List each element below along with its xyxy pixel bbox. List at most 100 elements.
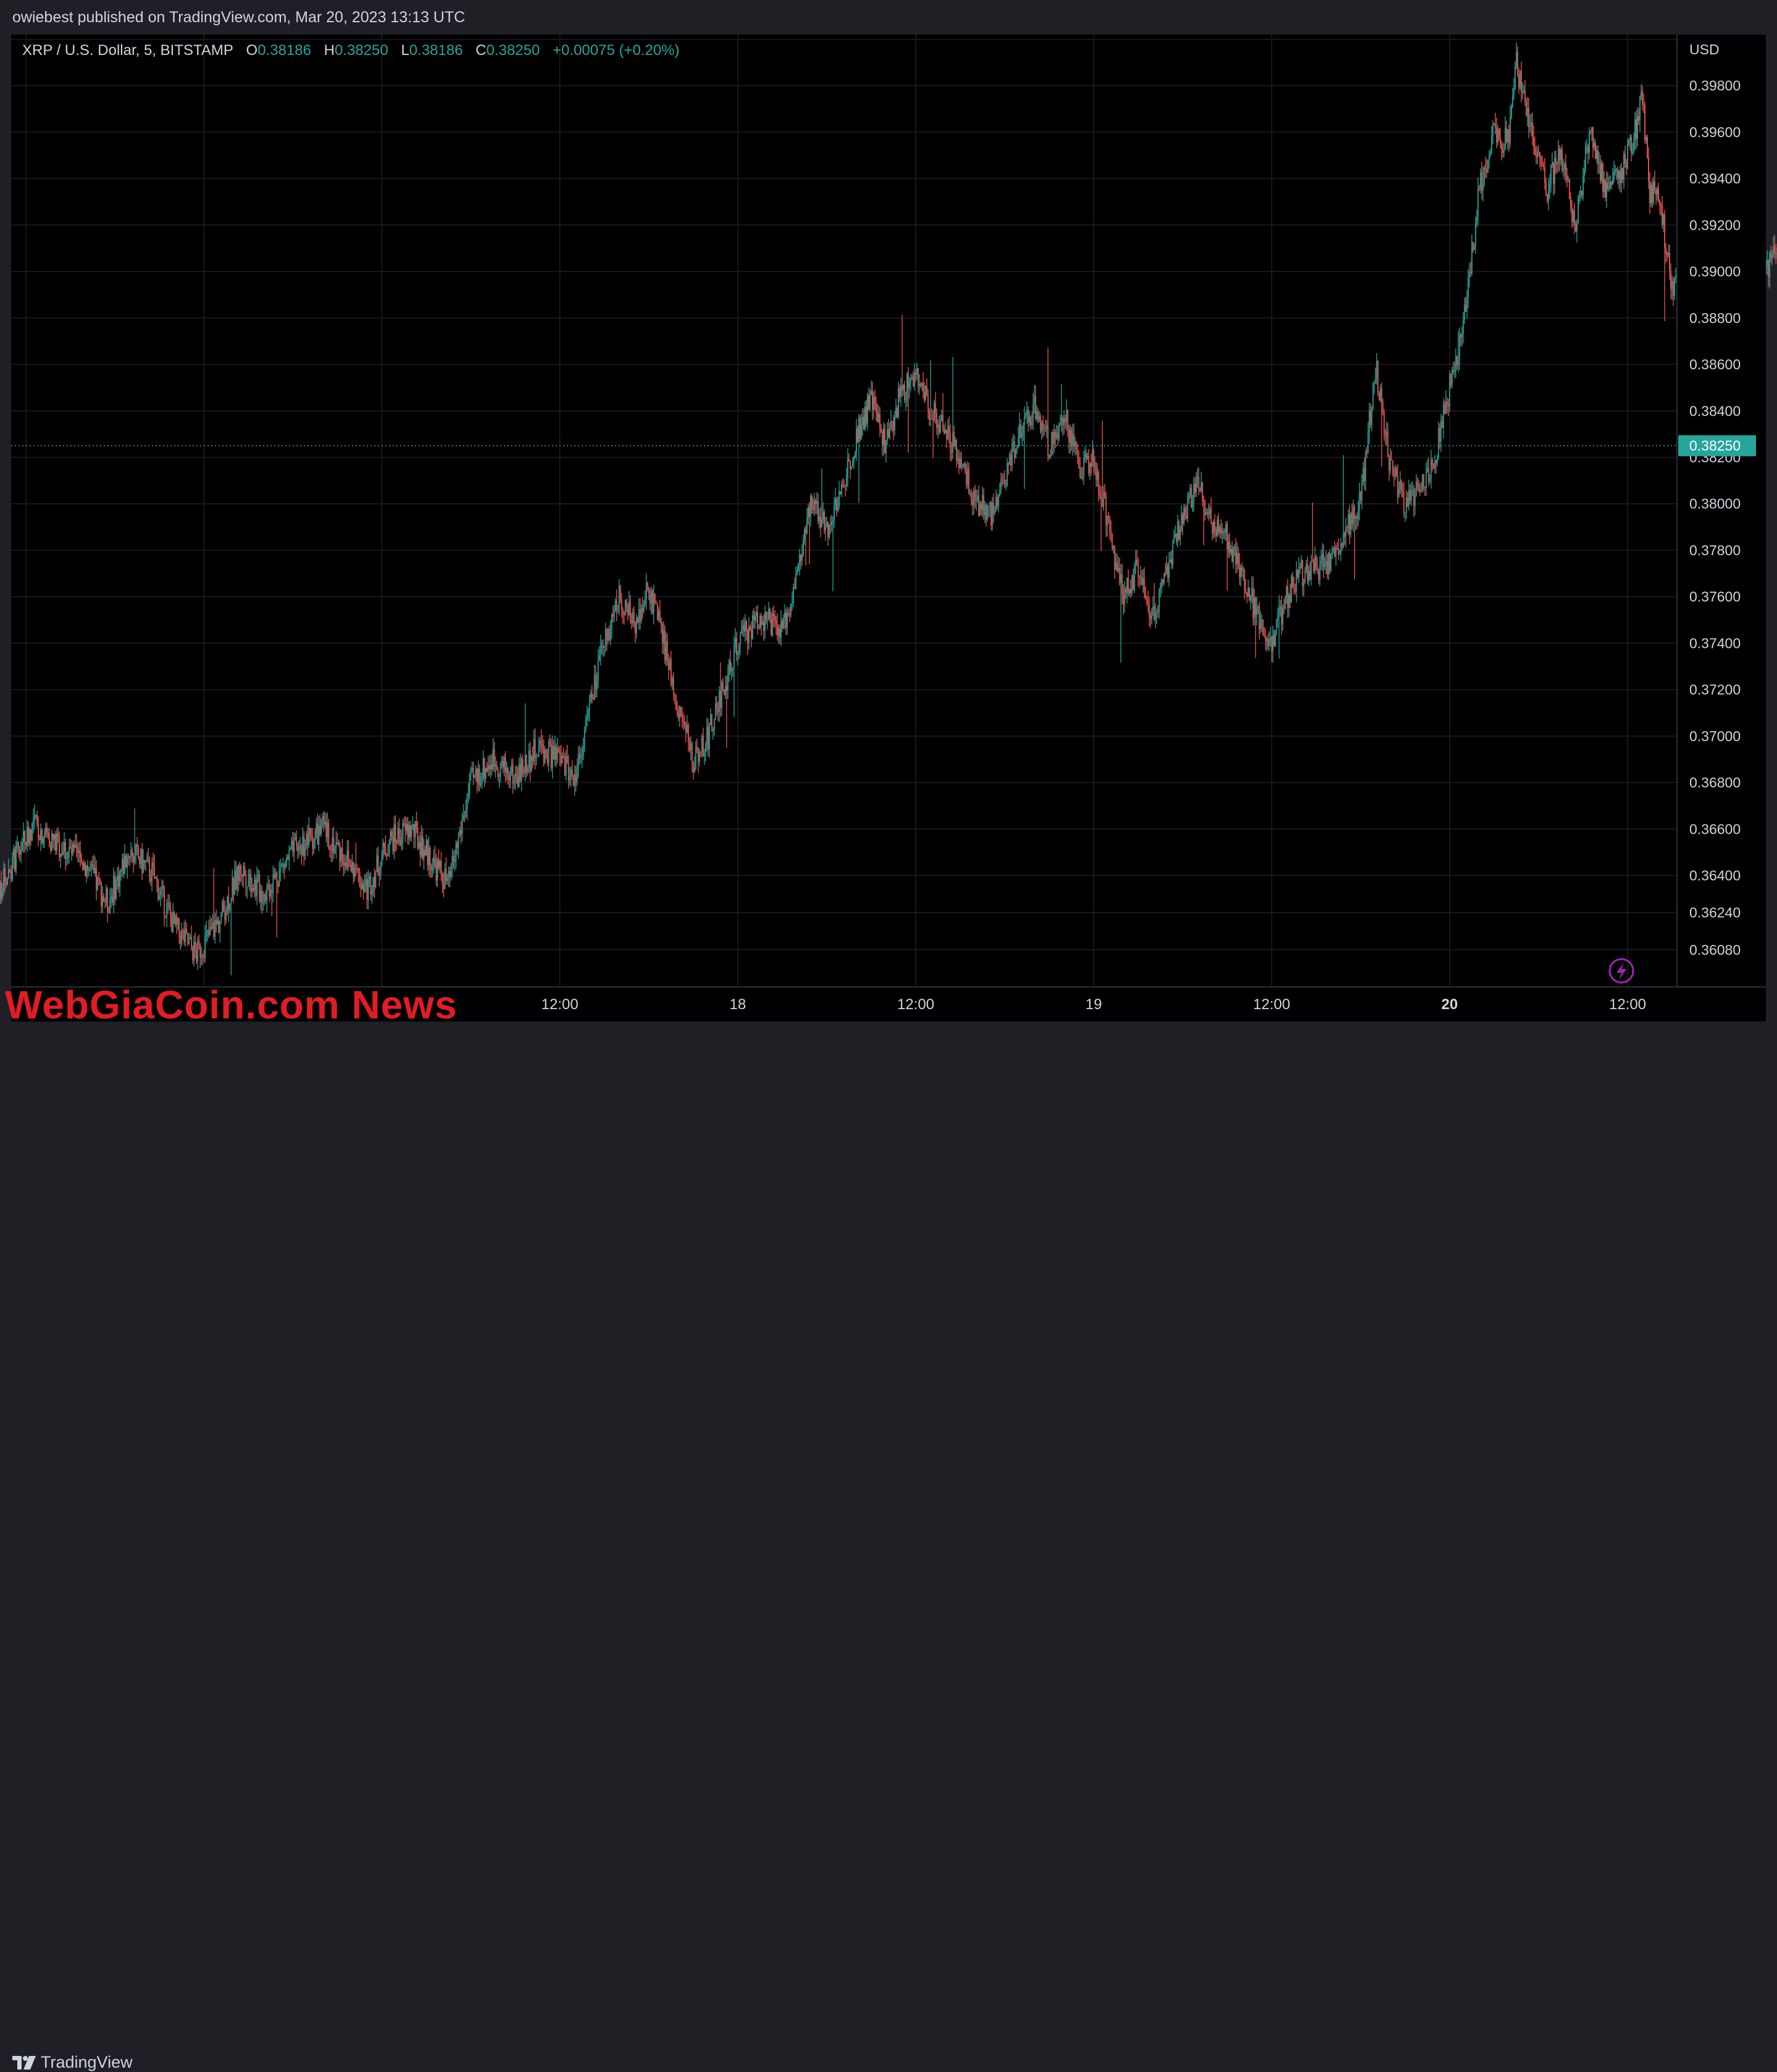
candle-body — [1357, 510, 1359, 519]
candle-body — [525, 755, 527, 773]
candle-body — [977, 495, 979, 501]
candle-body — [1192, 501, 1194, 508]
candle-body — [313, 840, 315, 849]
candle-body — [554, 746, 556, 760]
candle-body — [826, 522, 827, 527]
symbol-name[interactable]: XRP / U.S. Dollar, 5, BITSTAMP — [22, 42, 233, 59]
candle-body — [1617, 169, 1618, 178]
candle-body — [1362, 468, 1364, 482]
candle-body — [534, 739, 536, 758]
candle-body — [887, 429, 888, 441]
candle-body — [1106, 516, 1108, 526]
currency-label: USD — [1689, 41, 1720, 57]
candle-body — [832, 521, 834, 522]
candle-body — [497, 768, 499, 777]
candle-body — [90, 868, 91, 870]
plot-area[interactable] — [11, 35, 1677, 987]
candle-body — [674, 693, 675, 695]
candle-body — [1393, 474, 1395, 476]
candle-body — [109, 899, 111, 913]
candle-body — [564, 757, 566, 776]
candle-body — [566, 755, 568, 763]
candle-body — [876, 404, 877, 413]
candle-body — [1135, 560, 1137, 566]
candle-body — [117, 875, 119, 881]
candle-body — [130, 850, 132, 857]
candle-body — [202, 955, 204, 956]
candle-body — [118, 875, 120, 887]
candle-body — [320, 819, 322, 834]
candle-body — [1004, 480, 1006, 486]
candle-body — [185, 928, 186, 942]
candle-body — [1210, 508, 1212, 524]
candle-body — [199, 943, 201, 958]
candle-body — [319, 826, 321, 834]
candle-body — [70, 847, 71, 849]
candle-body — [1669, 253, 1670, 271]
candle-body — [927, 395, 929, 410]
candle-body — [1314, 556, 1316, 572]
candle-body — [1058, 425, 1060, 439]
candle-body — [930, 419, 932, 420]
candle-body — [1092, 450, 1093, 467]
candle-body — [1455, 356, 1457, 371]
candle-body — [1063, 418, 1065, 426]
candle-body — [1437, 428, 1439, 458]
candle-body — [1302, 560, 1303, 586]
candle-body — [1310, 561, 1312, 580]
candle-body — [19, 850, 20, 855]
candle-body — [1318, 571, 1319, 580]
candle-body — [182, 929, 184, 931]
candle-body — [560, 754, 562, 763]
price-chart[interactable]: USD 0.36080 0.36240 0.36400 0.36600 0.36800 0.… — [0, 0, 1777, 1065]
candle-body — [1181, 514, 1182, 531]
candle-body — [127, 857, 128, 868]
candle-body — [1347, 514, 1349, 528]
candle-body — [523, 771, 525, 774]
candle-body — [1247, 587, 1249, 597]
candle-body — [1267, 639, 1269, 647]
candle-body — [693, 767, 695, 773]
candle-body — [957, 458, 959, 461]
candle-body — [502, 761, 504, 768]
candle-body — [291, 841, 293, 850]
tradingview-brand[interactable]: TradingView — [12, 2053, 133, 2072]
candle-body — [1654, 182, 1655, 190]
candle-body — [1594, 142, 1595, 148]
candle-body — [1335, 548, 1337, 556]
candle-body — [1130, 589, 1132, 593]
candle-body — [1097, 472, 1098, 480]
candle-body — [679, 707, 680, 719]
candle-body — [590, 692, 592, 702]
candle-body — [396, 841, 398, 844]
candle-body — [967, 468, 969, 485]
candle-body — [323, 816, 325, 824]
candle-body — [41, 829, 43, 844]
candle-body — [1390, 459, 1392, 461]
candle-body — [1029, 416, 1031, 422]
candle-body — [586, 716, 588, 720]
candle-body — [672, 677, 674, 694]
candle-body — [143, 860, 144, 873]
candle-body — [617, 610, 619, 611]
candle-body — [222, 901, 224, 913]
candle-body — [650, 590, 652, 603]
candle-body — [538, 746, 540, 757]
candle-body — [1611, 182, 1612, 185]
time-tick-label: 12:00 — [897, 996, 934, 1013]
candle-body — [1600, 162, 1601, 181]
candle-body — [280, 866, 282, 871]
candle-body — [1226, 524, 1228, 550]
candle-body — [293, 838, 295, 853]
candle-body — [265, 894, 267, 901]
candle-body — [1579, 193, 1580, 198]
candle-body — [1315, 556, 1317, 567]
candle-body — [787, 613, 788, 628]
candle-body — [645, 583, 647, 600]
candle-body — [767, 619, 768, 621]
price-tick-label: 0.38400 — [1689, 403, 1741, 419]
candle-body — [144, 860, 146, 863]
symbol-legend[interactable]: XRP / U.S. Dollar, 5, BITSTAMP O0.38186 … — [22, 42, 680, 59]
candle-body — [556, 748, 558, 760]
candle-body — [50, 845, 51, 851]
